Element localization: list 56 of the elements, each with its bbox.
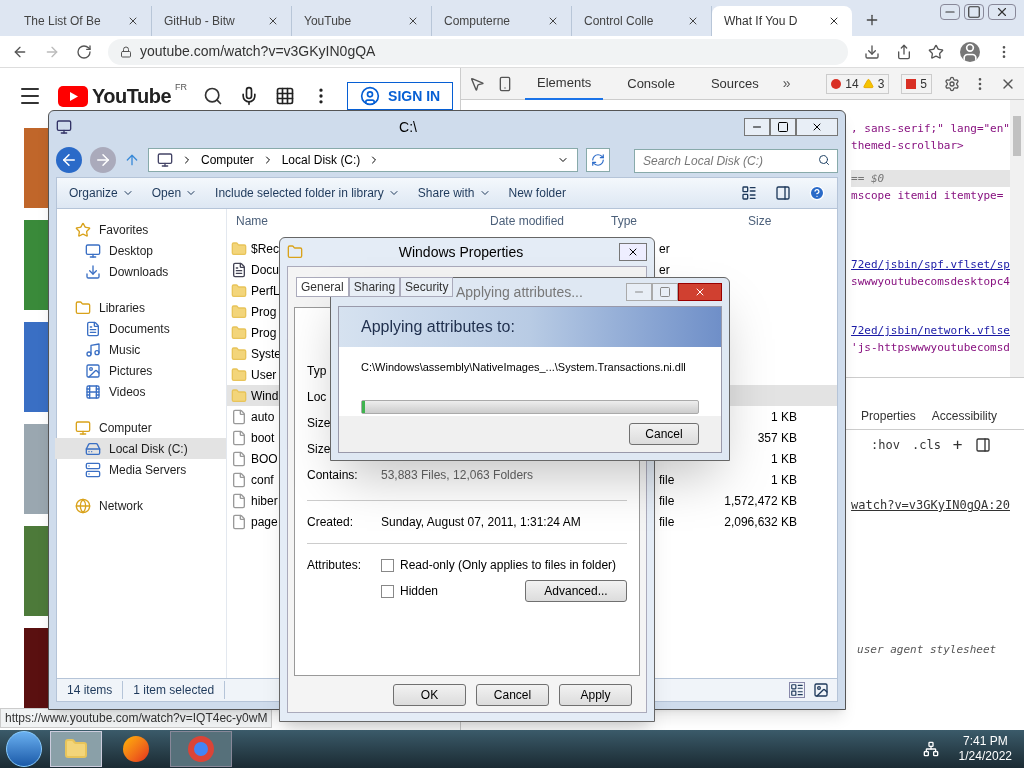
checkbox-label: Hidden [400, 583, 439, 600]
property-label: Typ [307, 363, 327, 380]
file-name: $Rec [251, 240, 279, 258]
file-name: Docu [251, 261, 279, 279]
file-size: 1 KB [771, 472, 797, 487]
property-label: Attributes: [307, 557, 363, 574]
window-title: C:\ [398, 117, 418, 137]
file-name: User [251, 366, 277, 384]
property-label: Loc [307, 389, 327, 406]
file-size: 2,096,632 KB [724, 514, 797, 529]
file-name: auto [251, 408, 275, 426]
warning-count: 3 [877, 75, 885, 93]
file-name: PerfL [251, 282, 280, 300]
status-text: 14 items [57, 681, 124, 699]
file-type: file [659, 493, 675, 508]
file-name: BOO [251, 450, 278, 468]
error-count: 14 [845, 75, 859, 93]
file-name: hiber [251, 492, 278, 510]
file-name: Wind [251, 387, 279, 405]
file-name: Prog [251, 324, 277, 342]
status-url: https://www.youtube.com/watch?v=IQT4ec-y0wM [0, 708, 273, 728]
file-name: boot [251, 429, 275, 447]
dialog-title: Applying attributes... [456, 282, 583, 302]
code-line: 72ed/jsbin/network.vflse [851, 323, 1010, 339]
property-label: Size [307, 415, 331, 432]
file-type: file [659, 514, 675, 529]
file-size: 1,572,472 KB [724, 493, 797, 508]
code-line: 72ed/jsbin/spf.vflset/sp [851, 257, 1010, 273]
code-line: mscope itemid itemtype= [851, 188, 1005, 204]
file-name: Prog [251, 303, 277, 321]
file-name: conf [251, 471, 274, 489]
file-type: er [659, 241, 670, 256]
property-label: Created: [307, 514, 355, 531]
property-label: Contains: [307, 467, 359, 484]
code-line: swwwyoutubecomsdesktopc4 [851, 274, 1010, 290]
stylesheet-label: user agent stylesheet [856, 642, 998, 658]
file-path: C:\Windows\assembly\NativeImages_...\System.Transactions.ni.dll [360, 360, 687, 375]
status-text: 1 item selected [123, 681, 226, 699]
code-line: , sans-serif;" lang="en" [851, 121, 1010, 137]
file-size: 357 KB [757, 430, 797, 445]
issue-count: 5 [920, 75, 927, 93]
checkbox-label: Read-only (Only applies to files in folder) [400, 557, 617, 574]
file-size: 1 KB [771, 409, 797, 424]
region-label: FR [175, 81, 188, 94]
file-size: 1 KB [771, 451, 797, 466]
dialog-title: Windows Properties [397, 242, 525, 262]
code-line: themed-scrollbar> [851, 138, 965, 154]
progress-heading: Applying attributes to: [361, 317, 515, 337]
file-name: Syste [251, 345, 281, 363]
property-label: Size [307, 441, 331, 458]
property-value: 53,883 Files, 12,063 Folders [381, 467, 534, 484]
file-type: er [659, 262, 670, 277]
code-line: 'js-httpswwwyoutubecomsd [851, 340, 1010, 356]
file-name: page [251, 513, 278, 531]
file-type: file [659, 472, 675, 487]
property-value: Sunday, August 07, 2011, 1:31:24 AM [381, 514, 581, 531]
